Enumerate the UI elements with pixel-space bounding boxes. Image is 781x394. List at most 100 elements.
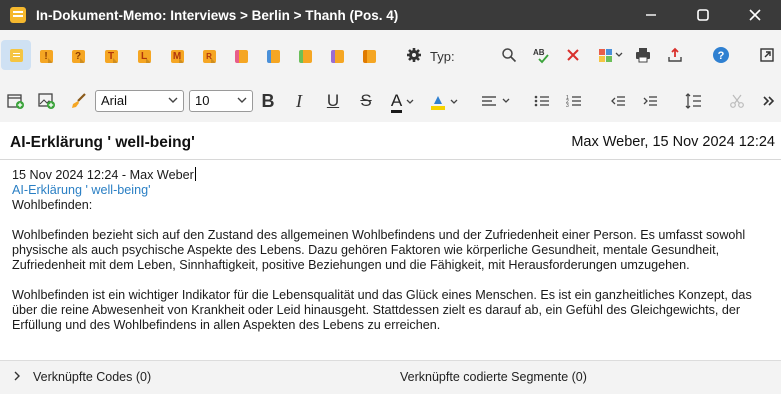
chevron-down-icon [450, 99, 458, 104]
export-button[interactable] [664, 44, 686, 66]
linked-items-bar: Verknüpfte Codes (0) Verknüpfte codierte… [0, 360, 781, 394]
format-painter-button[interactable] [68, 90, 90, 112]
align-dropdown-button[interactable] [480, 90, 512, 112]
color-grid-icon [599, 49, 623, 62]
line-spacing-icon [685, 93, 701, 109]
font-color-letter: A [390, 91, 403, 113]
memo-type-exclamation-button[interactable]: ! [35, 45, 57, 67]
type-label: Typ: [430, 49, 455, 64]
memo-paragraph-1: Wohlbefinden bezieht sich auf den Zustan… [12, 228, 746, 272]
memo-type-l-button[interactable]: L [133, 45, 155, 67]
insert-image-button[interactable] [36, 90, 58, 112]
chevron-right-icon[interactable] [12, 370, 22, 382]
numbered-list-button[interactable]: 123 [563, 90, 585, 112]
memo-t-icon: T [104, 49, 118, 63]
memo-title[interactable]: AI-Erklärung ' well-being' [10, 134, 195, 152]
highlighter-icon [431, 96, 445, 110]
close-button[interactable] [729, 0, 781, 30]
svg-text:?: ? [718, 50, 725, 62]
memo-green-icon [298, 49, 312, 63]
memo-r-icon: R [202, 49, 216, 63]
memo-purple-icon [330, 49, 344, 63]
title-bar: In-Dokument-Memo: Interviews > Berlin > … [0, 0, 781, 30]
memo-type-pink-button[interactable] [230, 45, 252, 67]
linked-codes-label[interactable]: Verknüpfte Codes (0) [33, 370, 151, 384]
chevron-down-icon [237, 97, 247, 103]
memo-orange-icon [362, 49, 376, 63]
memo-type-blue-button[interactable] [262, 45, 284, 67]
indent-icon [643, 96, 657, 106]
font-color-button[interactable]: A [388, 89, 418, 115]
minimize-button[interactable] [625, 0, 677, 30]
memo-type-t-button[interactable]: T [100, 45, 122, 67]
bold-button[interactable]: B [257, 89, 279, 113]
decrease-indent-button[interactable] [607, 90, 629, 112]
delete-button[interactable] [562, 44, 584, 66]
more-tools-button[interactable] [758, 90, 780, 112]
maximize-icon [697, 9, 709, 21]
search-button[interactable] [498, 44, 520, 66]
line-spacing-button[interactable] [682, 90, 704, 112]
memo-type-default-button[interactable] [1, 40, 31, 70]
maximize-button[interactable] [677, 0, 729, 30]
export-icon [668, 47, 682, 62]
font-family-value: Arial [101, 93, 128, 108]
memo-type-r-button[interactable]: R [198, 45, 220, 67]
scissors-icon [730, 94, 744, 108]
underline-button[interactable]: U [322, 89, 344, 113]
memo-exclamation-icon: ! [39, 49, 53, 63]
window-controls [625, 0, 781, 30]
chevron-down-icon [502, 98, 510, 103]
memo-app-icon [10, 7, 26, 23]
memo-type-question-button[interactable]: ? [67, 45, 89, 67]
memo-type-toolbar: ! ? T L M R Typ: AB ? [0, 30, 781, 80]
memo-question-icon: ? [71, 49, 85, 63]
outdent-icon [611, 96, 625, 106]
bullet-list-button[interactable] [531, 90, 553, 112]
memo-type-green-button[interactable] [294, 45, 316, 67]
memo-type-purple-button[interactable] [326, 45, 348, 67]
print-button[interactable] [632, 44, 654, 66]
spellcheck-button[interactable]: AB [530, 44, 552, 66]
font-family-select[interactable]: Arial [95, 90, 184, 112]
italic-button[interactable]: I [288, 89, 310, 113]
memo-timestamp-line: 15 Nov 2024 12:24 - Max Weber [12, 168, 194, 182]
memo-m-icon: M [170, 49, 184, 63]
text-cursor [194, 167, 196, 181]
cut-button[interactable] [726, 90, 748, 112]
minimize-icon [646, 14, 656, 16]
add-link-dropdown-button[interactable] [594, 44, 628, 66]
memo-author-date: Max Weber, 15 Nov 2024 12:24 [571, 134, 775, 150]
svg-text:3: 3 [566, 103, 569, 108]
memo-source-link[interactable]: AI-Erklärung ' well-being' [12, 183, 777, 198]
highlight-color-button[interactable] [428, 89, 460, 115]
help-icon: ? [713, 47, 729, 63]
memo-blue-icon [266, 49, 280, 63]
help-button[interactable]: ? [710, 44, 732, 66]
open-window-button[interactable] [756, 44, 778, 66]
memo-type-orange-button[interactable] [358, 45, 380, 67]
align-left-icon [482, 96, 496, 106]
memo-type-m-button[interactable]: M [166, 45, 188, 67]
linked-segments-label[interactable]: Verknüpfte codierte Segmente (0) [400, 370, 587, 384]
increase-indent-button[interactable] [639, 90, 661, 112]
font-size-select[interactable]: 10 [189, 90, 253, 112]
strikethrough-button[interactable]: S [355, 89, 377, 113]
memo-text-editor[interactable]: 15 Nov 2024 12:24 - Max Weber AI-Erkläru… [12, 167, 777, 333]
numbered-list-icon: 123 [566, 95, 581, 108]
bullet-list-icon [534, 95, 549, 107]
printer-icon [636, 48, 650, 63]
chevron-down-icon [168, 97, 178, 103]
gear-icon [407, 48, 421, 62]
memo-heading-line: Wohlbefinden: [12, 198, 93, 212]
memo-paragraph-2: Wohlbefinden ist ein wichtiger Indikator… [12, 288, 752, 332]
insert-date-button[interactable] [5, 90, 27, 112]
window-title: In-Dokument-Memo: Interviews > Berlin > … [36, 7, 399, 23]
svg-text:AB: AB [533, 48, 545, 57]
spellcheck-icon: AB [533, 48, 549, 64]
memo-l-icon: L [137, 49, 151, 63]
double-chevron-right-icon [763, 96, 775, 106]
close-icon [749, 9, 761, 21]
memo-type-settings-button[interactable] [403, 44, 425, 66]
